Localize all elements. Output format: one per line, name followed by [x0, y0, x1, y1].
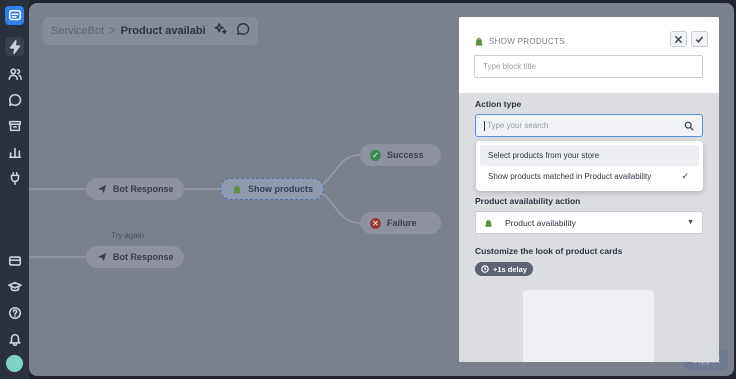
panel-header: SHOW PRODUCTS Type block title — [459, 17, 719, 93]
search-placeholder: Type your search — [487, 121, 549, 130]
users-icon[interactable] — [5, 64, 24, 83]
select-value: Product availability — [505, 217, 576, 228]
send-icon — [96, 184, 107, 195]
failure-x-icon: ✕ — [370, 217, 381, 229]
block-title-input[interactable]: Type block title — [474, 55, 703, 78]
chat-bubble-icon[interactable] — [5, 90, 24, 109]
panel-body: Action type Type your search Select prod… — [459, 93, 719, 362]
customize-label: Customize the look of product cards — [475, 246, 623, 256]
node-label: Show products — [248, 184, 313, 194]
dropdown-option[interactable]: Show products matched in Product availab… — [480, 166, 699, 187]
bot-response-node[interactable]: Bot Response — [86, 178, 184, 200]
send-icon — [96, 252, 107, 263]
option-label: Show products matched in Product availab… — [488, 172, 652, 181]
bell-icon[interactable] — [5, 329, 24, 348]
close-button[interactable] — [670, 31, 687, 47]
action-type-label: Action type — [475, 99, 522, 109]
shopify-icon — [231, 184, 242, 195]
chevron-down-icon: ▼ — [687, 219, 694, 226]
confirm-button[interactable] — [691, 31, 708, 47]
shopify-icon — [485, 219, 492, 227]
archive-icon[interactable] — [5, 116, 24, 135]
avatar[interactable] — [6, 355, 23, 372]
node-label: Bot Response — [113, 252, 174, 262]
failure-node[interactable]: ✕ Failure — [360, 212, 441, 234]
success-node[interactable]: ✓ Success — [360, 144, 441, 166]
show-products-panel: SHOW PRODUCTS Type block title Action ty… — [459, 17, 719, 362]
action-type-dropdown: Select products from your store Show pro… — [476, 141, 703, 191]
shopify-icon — [475, 37, 483, 46]
availability-action-select[interactable]: Product availability ▼ — [475, 211, 703, 234]
bot-response-node[interactable]: Bot Response — [86, 246, 184, 268]
plug-icon[interactable] — [5, 168, 24, 187]
check-icon: ✓ — [681, 171, 689, 181]
search-icon — [684, 121, 694, 131]
check-icon — [696, 36, 703, 43]
close-icon — [675, 35, 682, 43]
product-card-preview[interactable] — [523, 290, 654, 362]
node-label: Bot Response — [113, 184, 174, 194]
option-label: Select products from your store — [488, 151, 600, 160]
success-check-icon: ✓ — [370, 149, 381, 161]
bolt-icon[interactable] — [5, 37, 24, 56]
node-label: Failure — [387, 218, 417, 228]
left-sidebar — [0, 0, 29, 379]
bar-chart-icon[interactable] — [5, 142, 24, 161]
dropdown-option[interactable]: Select products from your store — [480, 145, 699, 166]
node-label: Success — [387, 150, 424, 160]
clock-icon — [481, 265, 489, 273]
chat-logo-icon[interactable] — [5, 6, 24, 25]
delay-text: +1s delay — [493, 264, 527, 274]
graduation-cap-icon[interactable] — [5, 277, 24, 296]
delay-badge[interactable]: +1s delay — [475, 262, 533, 276]
availability-action-label: Product availability action — [475, 196, 581, 206]
panel-title-text: SHOW PRODUCTS — [489, 37, 565, 46]
help-icon[interactable] — [5, 303, 24, 322]
text-caret — [484, 120, 485, 131]
show-products-node[interactable]: Show products — [220, 178, 324, 200]
try-again-label: Try again — [111, 231, 145, 240]
credit-card-icon[interactable] — [5, 251, 24, 270]
action-type-search-input[interactable]: Type your search — [475, 114, 703, 137]
panel-title: SHOW PRODUCTS — [474, 36, 565, 47]
